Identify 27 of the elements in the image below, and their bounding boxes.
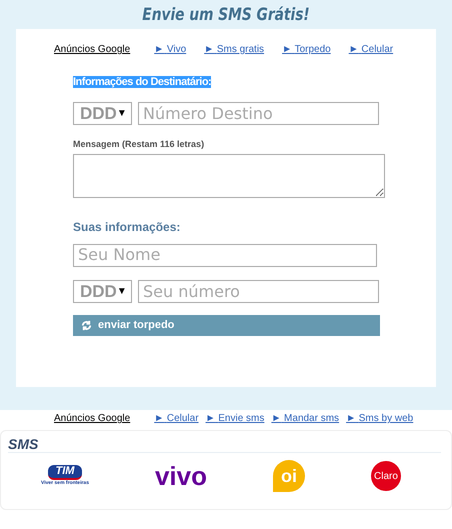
tim-logo: TIM [48,464,82,480]
panel-heading: SMS [8,431,441,453]
claro-logo: Claro [370,461,401,491]
ad-link[interactable]: ► Torpedo [282,42,331,57]
section-heading: Suas informações: [73,218,182,236]
ad-link[interactable]: ► Sms by web [346,411,414,426]
ad-link[interactable]: ► Celular [348,42,394,57]
ddd-select[interactable]: DDD▼ [73,102,132,125]
input-field[interactable]: Seu Nome [73,244,377,266]
section-heading: Informações do Destinatário: [73,76,212,88]
ad-link[interactable]: ► Sms gratis [204,42,264,57]
ads-label[interactable]: Anúncios Google [54,411,130,426]
ad-link[interactable]: ► Mandar sms [271,411,340,426]
ddd-select[interactable]: DDD▼ [73,280,132,303]
input-field[interactable]: Número Destino [138,102,379,125]
page-title: Envie um SMS Grátis! [141,4,311,27]
vivo-logo: vivo [154,463,207,489]
ad-link[interactable]: ► Vivo [154,42,186,57]
message-label: Mensagem (Restam 116 letras) [73,138,206,151]
ads-label[interactable]: Anúncios Google [54,42,130,57]
ad-link[interactable]: ► Envie sms [206,411,264,426]
oi-logo: oi [272,460,305,492]
refresh-icon [81,320,92,331]
send-button[interactable]: enviar torpedo [73,315,380,336]
ad-link[interactable]: ► Celular [154,411,199,426]
input-field[interactable]: Seu número [138,280,379,303]
message-field[interactable] [73,154,385,198]
